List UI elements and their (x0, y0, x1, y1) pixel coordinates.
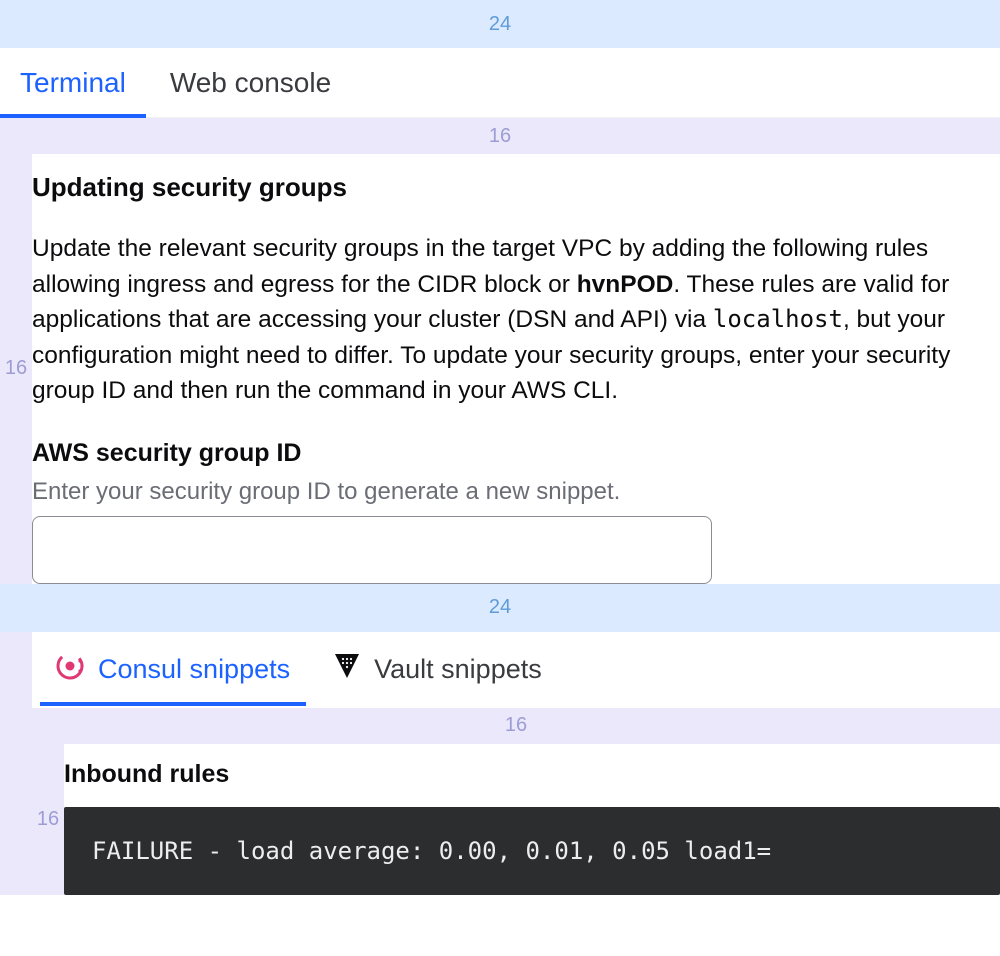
snippet-panel: Inbound rules FAILURE - load average: 0.… (64, 744, 1000, 895)
field-help-security-group-id: Enter your security group ID to generate… (32, 478, 1000, 506)
subtab-label: Consul snippets (98, 654, 290, 685)
consul-icon (56, 652, 84, 687)
tab-consul-snippets[interactable]: Consul snippets (56, 636, 290, 703)
section-title: Updating security groups (32, 172, 1000, 203)
spacing-annotation-24: 24 (0, 0, 1000, 48)
inbound-rules-heading: Inbound rules (64, 744, 1000, 789)
section-updating-security-groups: Updating security groups Update the rele… (32, 154, 1000, 584)
subtab-label: Vault snippets (374, 654, 542, 685)
primary-tabs: Terminal Web console (0, 48, 1000, 118)
code-snippet-inbound: FAILURE - load average: 0.00, 0.01, 0.05… (64, 807, 1000, 895)
spacing-annotation-16: 16 (0, 118, 1000, 154)
spacing-annotation-16-vertical: 16 (32, 744, 64, 895)
vault-icon (334, 653, 360, 686)
spacing-annotation-16-vertical (0, 632, 32, 895)
security-group-id-input[interactable] (32, 516, 712, 584)
section-body: Update the relevant security groups in t… (32, 231, 1000, 409)
tab-web-console[interactable]: Web console (170, 51, 331, 115)
spacing-annotation-16-vertical: 16 (0, 154, 32, 584)
snippet-tabs: Consul snippets Vault snippets (32, 632, 1000, 708)
field-label-security-group-id: AWS security group ID (32, 439, 1000, 468)
tab-vault-snippets[interactable]: Vault snippets (334, 637, 542, 702)
spacing-annotation-24: 24 (0, 584, 1000, 632)
spacing-annotation-16: 16 (32, 708, 1000, 744)
tab-terminal[interactable]: Terminal (20, 51, 126, 115)
